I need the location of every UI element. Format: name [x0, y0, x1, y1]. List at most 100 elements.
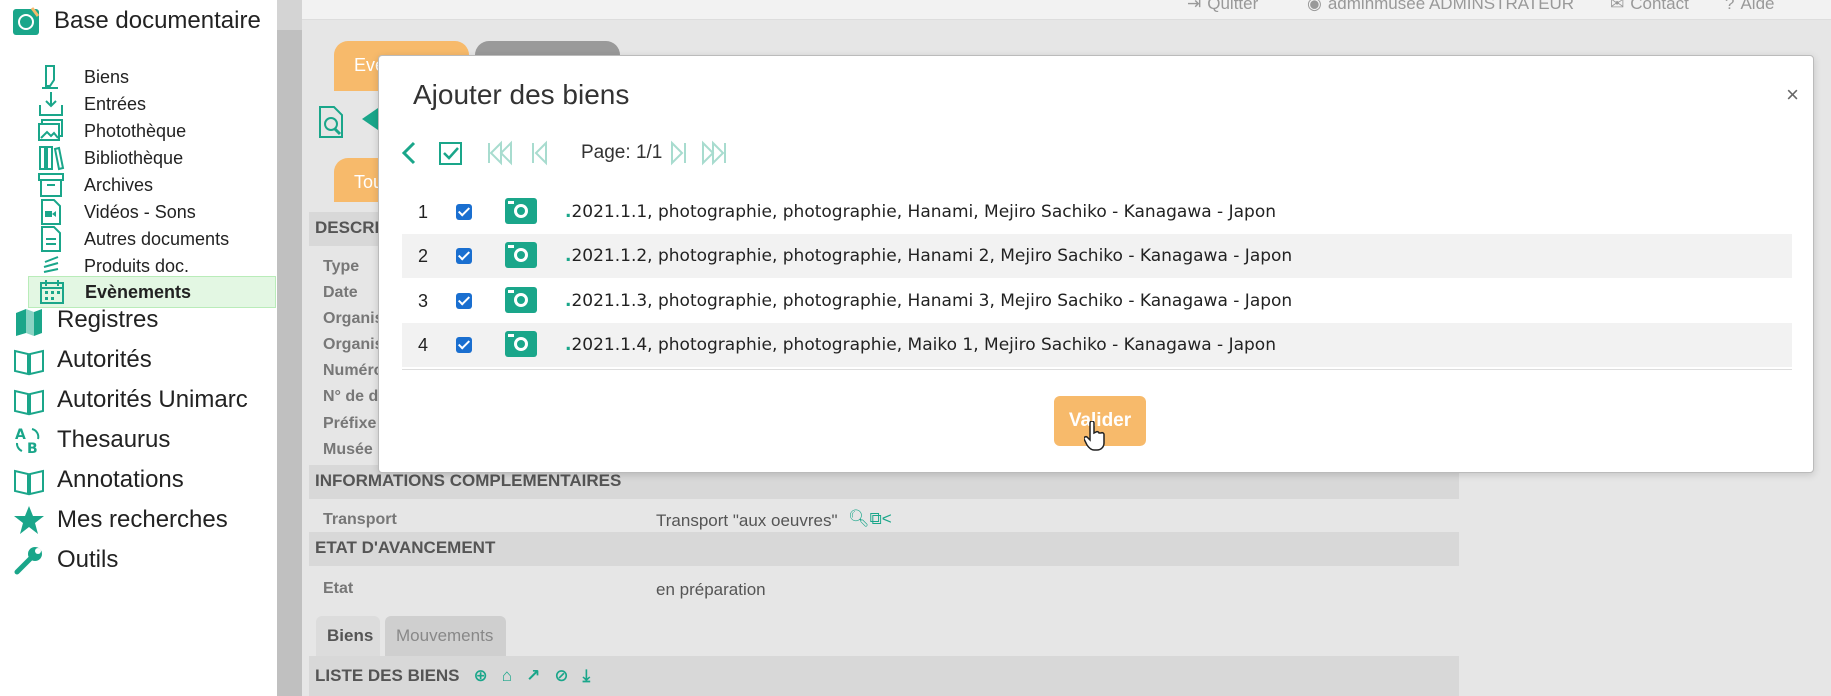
transport-label: Transport	[323, 511, 397, 528]
back-chevron-icon[interactable]	[399, 140, 419, 166]
sidebar-item-autorites[interactable]: Autorités	[12, 343, 152, 377]
sidebar-item-label: Vidéos - Sons	[84, 201, 196, 222]
arrow-left-icon[interactable]	[360, 106, 380, 132]
sidebar-item-label: Bibliothèque	[84, 147, 184, 168]
next-page-icon[interactable]	[669, 140, 689, 166]
item-row: 3 .2021.1.3, photographie, photographie,…	[402, 279, 1792, 323]
sidebar-item-annotations[interactable]: Annotations	[12, 463, 184, 497]
add-items-modal: Ajouter des biens × Page: 1/1 1 .2021.1.…	[378, 55, 1814, 473]
book-open-icon	[14, 389, 44, 416]
row-checkbox[interactable]	[456, 293, 472, 309]
row-text[interactable]: .2021.1.1, photographie, photographie, H…	[565, 202, 1276, 222]
sidebar-item-label: Thesaurus	[57, 426, 171, 453]
download-icon[interactable]: ⤓	[583, 666, 591, 686]
sidebar-item-registres[interactable]: Registres	[12, 303, 158, 337]
field-label: Organis	[323, 336, 384, 353]
description-header: DESCRI	[309, 212, 379, 246]
add-circle-icon[interactable]: ⊕	[474, 666, 488, 686]
svg-text:B: B	[27, 441, 38, 457]
sidebar-scrollbar[interactable]	[277, 0, 302, 696]
sidebar-item-label: Registres	[57, 306, 159, 333]
sidebar-item-label: Annotations	[57, 466, 184, 493]
sidebar-item-label: Entrées	[84, 93, 147, 114]
rows-divider	[402, 369, 1792, 370]
sidebar-item-label: Autres documents	[84, 228, 230, 249]
top-bar: ⇥ Quitter ◉ adminmusee ADMINSTRATEUR ✉ Cont…	[302, 0, 1831, 20]
row-checkbox[interactable]	[456, 248, 472, 264]
sidebar-item-label: Autorités	[57, 346, 152, 373]
row-number: 1	[418, 201, 429, 222]
sidebar-item-label: Mes recherches	[57, 506, 228, 533]
field-label: Musée	[323, 441, 373, 458]
transport-link[interactable]: Transport "aux oeuvres"	[656, 511, 838, 531]
close-button[interactable]: ×	[1786, 82, 1799, 108]
contact-link[interactable]: ✉ Contact	[1610, 0, 1689, 14]
camera-icon	[505, 331, 537, 357]
field-label: Numéro	[323, 362, 384, 379]
sidebar-item-label: Archives	[84, 174, 154, 195]
check-all-icon[interactable]	[438, 140, 464, 166]
basket-icon[interactable]: ⌂	[502, 666, 512, 686]
star-icon	[14, 506, 44, 534]
state-label: Etat	[323, 580, 354, 597]
item-row: 1 .2021.1.1, photographie, photographie,…	[402, 190, 1792, 234]
camera-icon	[505, 242, 537, 268]
field-label: Préfixe	[323, 415, 377, 432]
list-header: LISTE DES BIENS ⊕ ⌂ ↗ ⊘ ⤓	[309, 656, 1459, 696]
search-file-icon[interactable]	[314, 104, 350, 140]
row-checkbox[interactable]	[456, 337, 472, 353]
modal-title: Ajouter des biens	[413, 79, 630, 110]
row-number: 3	[418, 290, 429, 311]
sidebar-item-autorites-unimarc[interactable]: Autorités Unimarc	[12, 383, 248, 417]
thesaurus-icon: AB	[15, 427, 40, 457]
sidebar-item-label: Autorités Unimarc	[57, 386, 248, 413]
row-text[interactable]: .2021.1.3, photographie, photographie, H…	[565, 291, 1292, 311]
book-open-icon	[14, 349, 44, 376]
camera-icon	[505, 287, 537, 313]
sidebar-title: Base documentaire	[54, 7, 261, 34]
tab-biens[interactable]: Biens	[316, 616, 380, 656]
row-number: 2	[418, 245, 429, 266]
last-page-icon[interactable]	[701, 140, 729, 166]
sidebar: Base documentaire Biens Entrées Photothè…	[0, 0, 277, 696]
external-link-icon[interactable]: ↗	[526, 666, 540, 686]
sidebar-item-label: Photothèque	[84, 120, 187, 141]
tab-mouvements[interactable]: Mouvements	[385, 616, 506, 656]
state-value: en préparation	[656, 580, 766, 599]
app-logo-icon	[13, 7, 40, 35]
help-link[interactable]: ? Aide	[1725, 0, 1775, 14]
previous-page-icon[interactable]	[529, 140, 549, 166]
transport-search-icon[interactable]: 🔍︎⧉<	[848, 509, 892, 529]
camera-icon	[505, 198, 537, 224]
sidebar-item-label: Biens	[84, 66, 130, 87]
user-icon: ◉	[1307, 0, 1322, 13]
user-link[interactable]: ◉ adminmusee ADMINSTRATEUR	[1307, 0, 1574, 14]
row-checkbox[interactable]	[456, 204, 472, 220]
state-header: ETAT D'AVANCEMENT	[309, 532, 1459, 566]
book-open-icon	[14, 469, 44, 496]
sidebar-item-mes-recherches[interactable]: Mes recherches	[12, 503, 228, 537]
field-label: Organis	[323, 310, 384, 327]
item-row: 4 .2021.1.4, photographie, photographie,…	[402, 323, 1792, 367]
field-label: Type	[323, 258, 360, 275]
registers-icon	[16, 309, 42, 336]
mail-icon: ✉	[1610, 0, 1625, 13]
row-text[interactable]: .2021.1.2, photographie, photographie, H…	[565, 246, 1292, 266]
sidebar-item-label: Outils	[57, 546, 119, 573]
field-label: Date	[323, 284, 358, 301]
sidebar-item-outils[interactable]: Outils	[12, 543, 118, 577]
sidebar-item-evenements[interactable]: Evènements	[28, 276, 276, 308]
eye-slash-icon[interactable]: ⊘	[554, 666, 568, 686]
item-row: 2 .2021.1.2, photographie, photographie,…	[402, 234, 1792, 278]
field-label: N° de d	[323, 388, 379, 405]
sidebar-item-label: Produits doc.	[84, 255, 190, 276]
quit-link[interactable]: ⇥ Quitter	[1187, 0, 1258, 14]
sidebar-header[interactable]: Base documentaire	[12, 6, 261, 36]
wrench-icon	[14, 547, 42, 575]
row-text[interactable]: .2021.1.4, photographie, photographie, M…	[565, 335, 1276, 355]
sidebar-item-thesaurus[interactable]: AB Thesaurus	[12, 423, 170, 457]
page-indicator: Page: 1/1	[581, 142, 663, 163]
sidebar-scrollbar-thumb[interactable]	[277, 30, 302, 696]
first-page-icon[interactable]	[485, 140, 513, 166]
logout-icon: ⇥	[1187, 0, 1202, 13]
